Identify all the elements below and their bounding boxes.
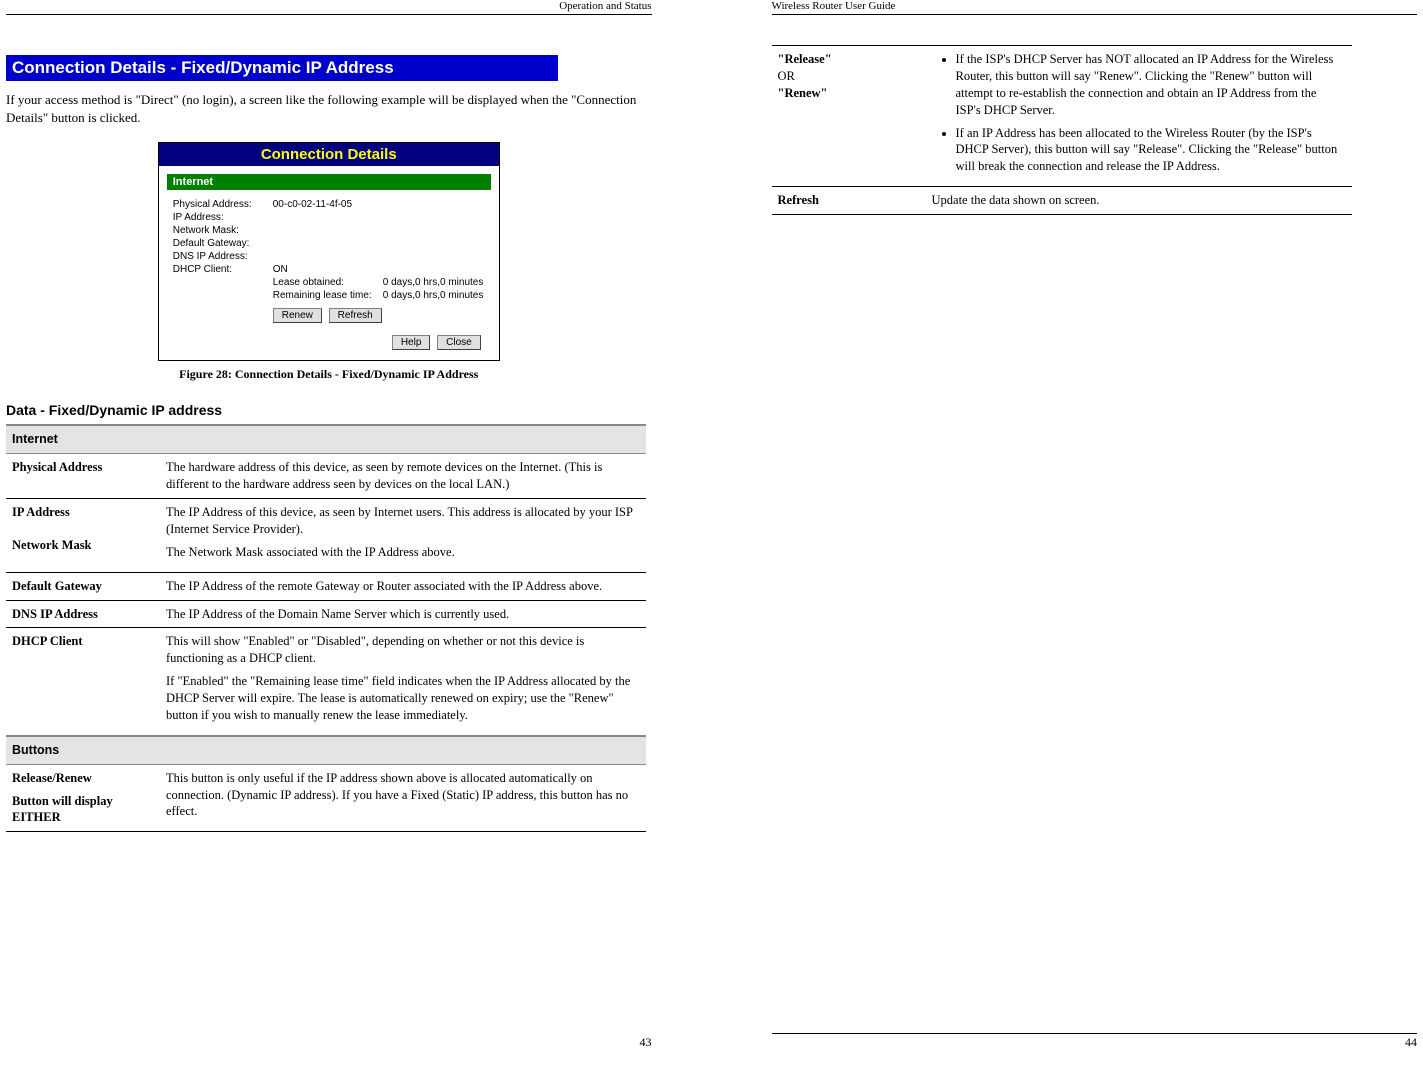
dialog-title: Connection Details: [159, 143, 499, 166]
row-key: Release/Renew Button will display EITHER: [6, 764, 160, 832]
row-key: IP Address Network Mask: [6, 499, 160, 573]
renew-button[interactable]: Renew: [273, 308, 322, 323]
lease-value: 0 days,0 hrs,0 minutes: [383, 277, 484, 288]
data-table-cont: "Release" OR "Renew" If the ISP's DHCP S…: [772, 45, 1352, 215]
section-buttons: Buttons: [6, 736, 646, 764]
row-key: DHCP Client: [6, 628, 160, 736]
remaining-value: 0 days,0 hrs,0 minutes: [383, 290, 484, 301]
row-val: This will show "Enabled" or "Disabled", …: [160, 628, 646, 736]
row-val: The IP Address of the Domain Name Server…: [160, 600, 646, 628]
refresh-button[interactable]: Refresh: [329, 308, 382, 323]
row-key: Physical Address: [6, 454, 160, 499]
dns-label: DNS IP Address:: [173, 251, 273, 262]
phys-addr-label: Physical Address:: [173, 199, 273, 210]
phys-addr-value: 00-c0-02-11-4f-05: [273, 199, 352, 210]
row-val: This button is only useful if the IP add…: [160, 764, 646, 832]
section-internet: Internet: [6, 425, 646, 453]
data-table: Internet Physical Address The hardware a…: [6, 424, 646, 832]
row-val: The IP Address of this device, as seen b…: [160, 499, 646, 573]
lease-label: Lease obtained:: [273, 277, 383, 288]
running-header: Wireless Router User Guide: [772, 0, 1418, 14]
row-key: Default Gateway: [6, 572, 160, 600]
intro-text: If your access method is "Direct" (no lo…: [6, 91, 652, 127]
row-val: If the ISP's DHCP Server has NOT allocat…: [926, 46, 1352, 187]
row-val: The hardware address of this device, as …: [160, 454, 646, 499]
page-number: 44: [1405, 1035, 1417, 1050]
dialog-section: Internet: [167, 174, 491, 190]
row-val: The IP Address of the remote Gateway or …: [160, 572, 646, 600]
row-key: "Release" OR "Renew": [772, 46, 926, 187]
row-key: DNS IP Address: [6, 600, 160, 628]
dhcp-value: ON: [273, 264, 288, 275]
dhcp-label: DHCP Client:: [173, 264, 273, 275]
page-title: Connection Details - Fixed/Dynamic IP Ad…: [6, 55, 558, 81]
row-val: Update the data shown on screen.: [926, 187, 1352, 215]
net-mask-label: Network Mask:: [173, 225, 273, 236]
close-button[interactable]: Close: [437, 335, 481, 350]
remaining-label: Remaining lease time:: [273, 290, 383, 301]
page-number: 43: [640, 1035, 652, 1050]
connection-details-dialog: Connection Details Internet Physical Add…: [158, 142, 500, 361]
ip-addr-label: IP Address:: [173, 212, 273, 223]
running-header: Operation and Status: [6, 0, 652, 14]
data-subhead: Data - Fixed/Dynamic IP address: [6, 402, 652, 418]
help-button[interactable]: Help: [392, 335, 431, 350]
figure-caption: Figure 28: Connection Details - Fixed/Dy…: [6, 367, 652, 382]
gateway-label: Default Gateway:: [173, 238, 273, 249]
row-key: Refresh: [772, 187, 926, 215]
